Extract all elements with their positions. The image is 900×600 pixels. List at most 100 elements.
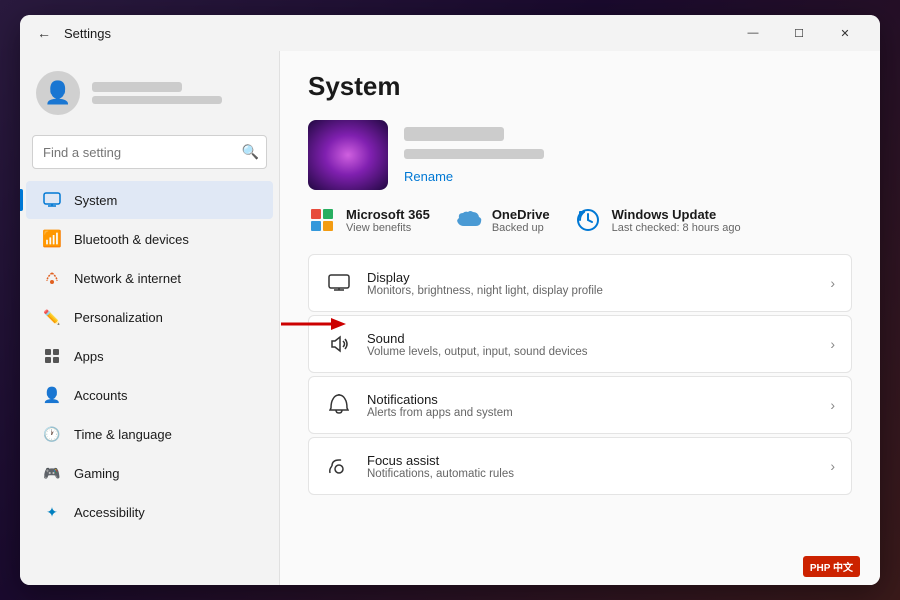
settings-window: ← Settings — ☐ ✕ 👤 — [20, 15, 880, 585]
search-box: 🔍 — [32, 135, 267, 169]
service-onedrive[interactable]: OneDrive Backed up — [454, 206, 550, 234]
close-button[interactable]: ✕ — [822, 15, 868, 51]
display-desc: Monitors, brightness, night light, displ… — [367, 285, 603, 297]
setting-row-focus-left: Focus assist Notifications, automatic ru… — [325, 452, 514, 480]
sidebar-item-accounts-label: Accounts — [74, 388, 127, 403]
bluetooth-icon: 📶 — [42, 229, 62, 249]
winupdate-icon — [574, 206, 602, 234]
setting-row-display-text: Display Monitors, brightness, night ligh… — [367, 270, 603, 297]
user-info — [92, 82, 222, 104]
focus-icon — [325, 452, 353, 480]
accounts-icon: 👤 — [42, 385, 62, 405]
service-winupdate-sub: Last checked: 8 hours ago — [612, 222, 741, 234]
sidebar-item-apps[interactable]: Apps — [26, 337, 273, 375]
sidebar-item-bluetooth-label: Bluetooth & devices — [74, 232, 189, 247]
window-controls: — ☐ ✕ — [730, 15, 868, 51]
profile-banner: Rename — [308, 120, 852, 190]
sidebar-item-accessibility[interactable]: ✦ Accessibility — [26, 493, 273, 531]
user-name-blur — [92, 82, 182, 92]
sound-chevron: › — [830, 336, 835, 352]
notifications-title: Notifications — [367, 392, 513, 407]
service-winupdate[interactable]: Windows Update Last checked: 8 hours ago — [574, 206, 741, 234]
sidebar-item-gaming[interactable]: 🎮 Gaming — [26, 454, 273, 492]
user-profile: 👤 — [20, 63, 279, 131]
sidebar-item-network-label: Network & internet — [74, 271, 181, 286]
main-area: 👤 🔍 — [20, 51, 880, 585]
setting-row-notifications[interactable]: Notifications Alerts from apps and syste… — [308, 376, 852, 434]
profile-name — [404, 127, 504, 141]
setting-row-sound-text: Sound Volume levels, output, input, soun… — [367, 331, 588, 358]
display-icon — [325, 269, 353, 297]
sound-icon — [325, 330, 353, 358]
network-icon — [42, 268, 62, 288]
apps-icon — [42, 346, 62, 366]
nav-menu: System 📶 Bluetooth & devices Network & i… — [20, 181, 279, 531]
setting-row-notifications-text: Notifications Alerts from apps and syste… — [367, 392, 513, 419]
accessibility-icon: ✦ — [42, 502, 62, 522]
service-ms365[interactable]: Microsoft 365 View benefits — [308, 206, 430, 234]
service-ms365-text: Microsoft 365 View benefits — [346, 207, 430, 234]
service-ms365-name: Microsoft 365 — [346, 207, 430, 222]
service-winupdate-name: Windows Update — [612, 207, 741, 222]
search-input[interactable] — [32, 135, 267, 169]
setting-row-sound[interactable]: Sound Volume levels, output, input, soun… — [308, 315, 852, 373]
page-title: System — [308, 71, 852, 102]
profile-thumbnail — [308, 120, 388, 190]
setting-row-display-left: Display Monitors, brightness, night ligh… — [325, 269, 603, 297]
avatar: 👤 — [36, 71, 80, 115]
ms365-icon — [308, 206, 336, 234]
settings-list: Display Monitors, brightness, night ligh… — [308, 254, 852, 495]
sidebar-item-personalization[interactable]: ✏️ Personalization — [26, 298, 273, 336]
sidebar-item-accessibility-label: Accessibility — [74, 505, 145, 520]
sidebar-item-gaming-label: Gaming — [74, 466, 120, 481]
setting-row-focus-text: Focus assist Notifications, automatic ru… — [367, 453, 514, 480]
search-icon: 🔍 — [242, 144, 259, 161]
notifications-desc: Alerts from apps and system — [367, 407, 513, 419]
display-title: Display — [367, 270, 603, 285]
sound-title: Sound — [367, 331, 588, 346]
sidebar-item-system[interactable]: System — [26, 181, 273, 219]
focus-desc: Notifications, automatic rules — [367, 468, 514, 480]
sidebar-item-bluetooth[interactable]: 📶 Bluetooth & devices — [26, 220, 273, 258]
service-onedrive-name: OneDrive — [492, 207, 550, 222]
setting-row-focus[interactable]: Focus assist Notifications, automatic ru… — [308, 437, 852, 495]
minimize-button[interactable]: — — [730, 15, 776, 51]
window-title: Settings — [64, 26, 111, 41]
service-onedrive-text: OneDrive Backed up — [492, 207, 550, 234]
sidebar: 👤 🔍 — [20, 51, 280, 585]
notifications-icon — [325, 391, 353, 419]
setting-row-notifications-left: Notifications Alerts from apps and syste… — [325, 391, 513, 419]
setting-row-sound-left: Sound Volume levels, output, input, soun… — [325, 330, 588, 358]
rename-link[interactable]: Rename — [404, 169, 544, 184]
title-bar-left: ← Settings — [32, 21, 730, 45]
profile-email — [404, 149, 544, 159]
thumbnail-bg — [308, 120, 388, 190]
service-onedrive-sub: Backed up — [492, 222, 550, 234]
sidebar-item-time[interactable]: 🕐 Time & language — [26, 415, 273, 453]
focus-chevron: › — [830, 458, 835, 474]
time-icon: 🕐 — [42, 424, 62, 444]
notifications-chevron: › — [830, 397, 835, 413]
sidebar-item-personalization-label: Personalization — [74, 310, 163, 325]
back-button[interactable]: ← — [32, 21, 56, 45]
setting-row-display[interactable]: Display Monitors, brightness, night ligh… — [308, 254, 852, 312]
display-chevron: › — [830, 275, 835, 291]
user-icon: 👤 — [44, 80, 71, 106]
focus-title: Focus assist — [367, 453, 514, 468]
sidebar-item-apps-label: Apps — [74, 349, 104, 364]
onedrive-icon — [454, 206, 482, 234]
sound-desc: Volume levels, output, input, sound devi… — [367, 346, 588, 358]
title-bar: ← Settings — ☐ ✕ — [20, 15, 880, 51]
sidebar-item-accounts[interactable]: 👤 Accounts — [26, 376, 273, 414]
php-badge: PHP 中文 — [803, 556, 860, 577]
maximize-button[interactable]: ☐ — [776, 15, 822, 51]
sidebar-item-time-label: Time & language — [74, 427, 172, 442]
user-email-blur — [92, 96, 222, 104]
gaming-icon: 🎮 — [42, 463, 62, 483]
sidebar-item-network[interactable]: Network & internet — [26, 259, 273, 297]
profile-info: Rename — [404, 127, 544, 184]
system-icon — [42, 190, 62, 210]
main-content: System Rename — [280, 51, 880, 585]
service-winupdate-text: Windows Update Last checked: 8 hours ago — [612, 207, 741, 234]
personalization-icon: ✏️ — [42, 307, 62, 327]
